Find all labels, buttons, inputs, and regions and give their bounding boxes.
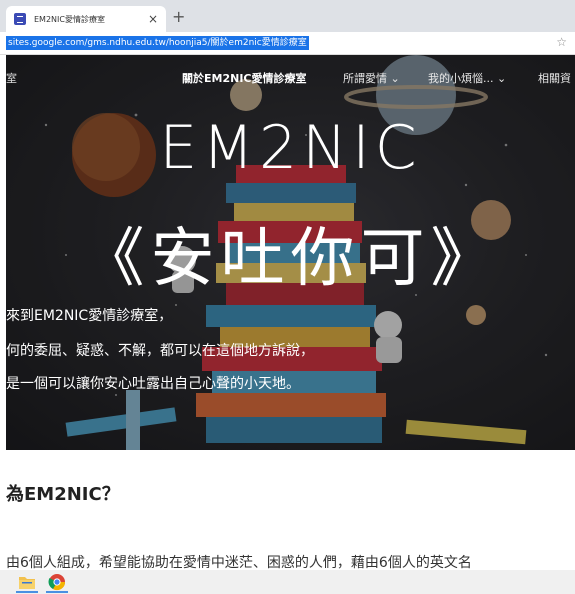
folder-icon[interactable]: [18, 573, 36, 591]
intro-line: 何的委屈、疑惑、不解，都可以在這個地方訴說，: [6, 343, 314, 359]
chrome-icon[interactable]: [48, 573, 66, 591]
intro-line: 是一個可以讓你安心吐露出自己心聲的小天地。: [6, 376, 300, 392]
intro-line: 來到EM2NIC愛情診療室，: [6, 308, 173, 324]
address-bar[interactable]: sites.google.com/gms.ndhu.edu.tw/hoonjia…: [0, 32, 575, 55]
tab-title: EM2NIC愛情診療室: [34, 14, 105, 24]
url-text[interactable]: sites.google.com/gms.ndhu.edu.tw/hoonjia…: [6, 36, 309, 50]
new-tab-button[interactable]: +: [172, 9, 185, 25]
nav-home-link[interactable]: 室: [6, 70, 17, 90]
hero-title-en: EM2NIC: [159, 113, 422, 183]
os-taskbar: [0, 570, 575, 594]
taskbar-active-indicator: [16, 591, 38, 593]
close-icon[interactable]: ×: [148, 13, 158, 25]
section-paragraph: 由6個人組成，希望能協助在愛情中迷茫、困惑的人們，藉由6個人的英文名: [6, 555, 472, 571]
hero-banner: 室 關於EM2NIC愛情診療室 所謂愛情 ⌄ 我的小煩惱... ⌄ 相關資 EM…: [6, 55, 575, 450]
hero-title-zh: 《安吐你可》: [80, 222, 501, 296]
google-sites-icon: [14, 13, 26, 25]
nav-related[interactable]: 相關資: [538, 70, 571, 90]
nav-worries-menu[interactable]: 我的小煩惱... ⌄: [428, 70, 506, 90]
taskbar-active-indicator: [46, 591, 68, 593]
nav-about[interactable]: 關於EM2NIC愛情診療室: [182, 70, 307, 90]
browser-tab[interactable]: EM2NIC愛情診療室 ×: [6, 6, 166, 32]
bookmark-star-icon[interactable]: ☆: [556, 35, 567, 49]
browser-tab-bar: EM2NIC愛情診療室 × +: [0, 0, 575, 32]
section-heading: 為EM2NIC？: [6, 484, 120, 505]
nav-love-menu[interactable]: 所謂愛情 ⌄: [343, 70, 400, 90]
